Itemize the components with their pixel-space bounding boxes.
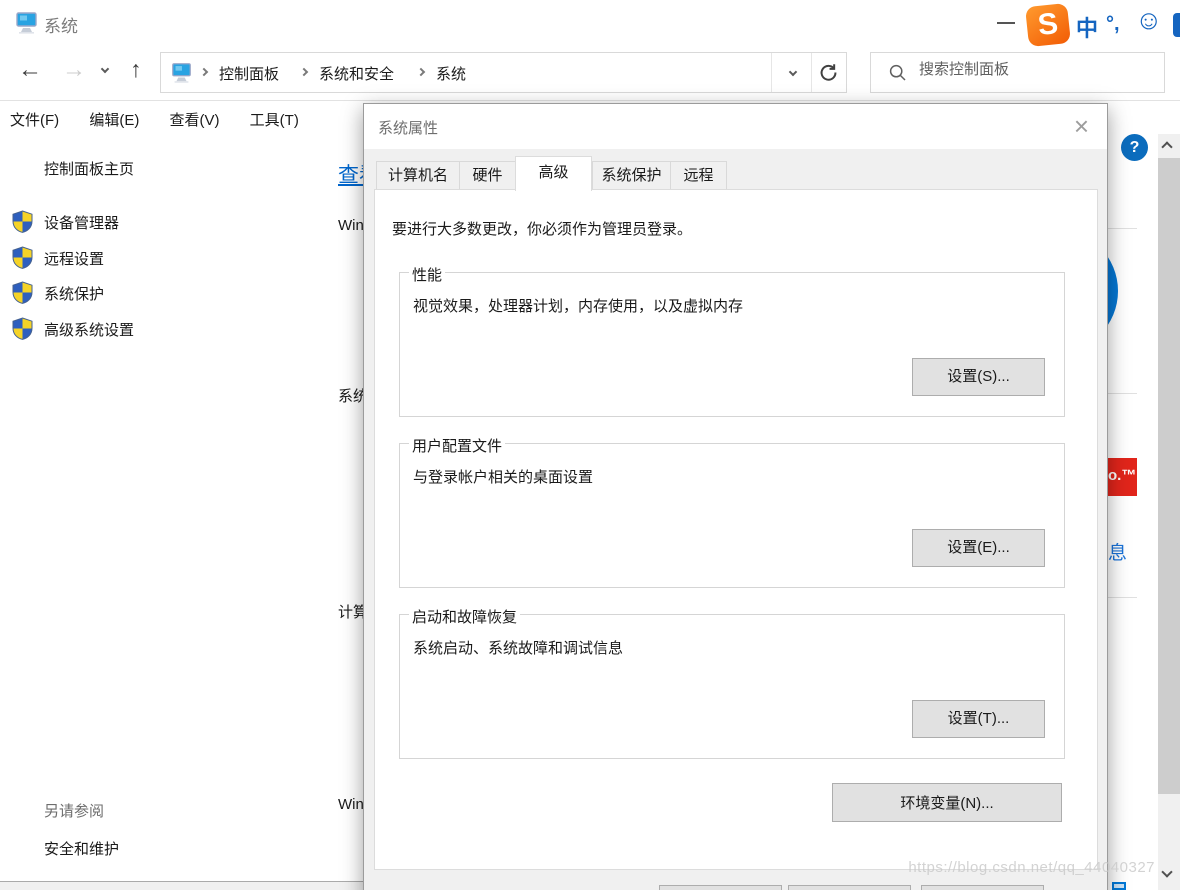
uac-shield-icon <box>12 317 33 344</box>
breadcrumb-control-panel[interactable]: 控制面板 <box>219 63 279 84</box>
section-header-fragment: Win <box>338 796 363 813</box>
user-profiles-settings-button[interactable]: 设置(E)... <box>912 529 1045 567</box>
ok-button-fragment[interactable] <box>659 885 782 890</box>
search-box[interactable] <box>870 52 1165 93</box>
breadcrumb-system[interactable]: 系统 <box>436 63 466 84</box>
search-icon <box>888 63 908 87</box>
dialog-title: 系统属性 <box>378 117 438 138</box>
menu-view[interactable]: 查看(V) <box>170 109 220 130</box>
lenovo-logo-fragment: o.™ <box>1108 458 1137 496</box>
sidebar-item-advanced-system-settings[interactable]: 高级系统设置 <box>44 319 134 340</box>
sidebar-item-control-panel-home[interactable]: 控制面板主页 <box>44 158 134 179</box>
ime-emoji-icon[interactable]: ☺ <box>1135 5 1163 36</box>
startup-recovery-group-desc: 系统启动、系统故障和调试信息 <box>413 637 623 658</box>
sidebar-item-system-protection[interactable]: 系统保护 <box>44 283 104 304</box>
breadcrumb-chevron-icon[interactable] <box>200 68 208 76</box>
sidebar-item-device-manager[interactable]: 设备管理器 <box>44 212 119 233</box>
refresh-icon[interactable] <box>818 62 839 87</box>
computer-icon <box>170 61 193 88</box>
performance-group: 性能 视觉效果，处理器计划，内存使用，以及虚拟内存 设置(S)... <box>399 272 1065 417</box>
tab-system-protection[interactable]: 系统保护 <box>592 161 671 190</box>
search-input[interactable] <box>919 61 1139 78</box>
sogou-ime-icon[interactable]: S <box>1025 3 1071 47</box>
close-icon[interactable]: × <box>1068 110 1095 142</box>
performance-settings-button[interactable]: 设置(S)... <box>912 358 1045 396</box>
breadcrumb-system-security[interactable]: 系统和安全 <box>319 63 394 84</box>
section-divider <box>1108 597 1137 598</box>
sidebar-item-remote-settings[interactable]: 远程设置 <box>44 248 104 269</box>
scrollbar-thumb[interactable] <box>1158 158 1180 794</box>
ime-chinese-mode-icon[interactable]: 中 <box>1076 11 1098 43</box>
menu-file[interactable]: 文件(F) <box>10 109 59 130</box>
forward-icon[interactable]: → <box>62 58 86 82</box>
window-titlebar: 系统 S 中 °, ☺ <box>0 0 1180 47</box>
performance-group-title: 性能 <box>409 264 445 285</box>
tab-remote[interactable]: 远程 <box>670 161 727 190</box>
section-header-fragment: Win <box>338 217 363 234</box>
system-properties-dialog: 系统属性 × 计算机名 硬件 高级 系统保护 远程 要进行大多数更改，你必须作为… <box>363 103 1108 890</box>
back-icon[interactable]: ← <box>18 58 42 82</box>
tab-hardware[interactable]: 硬件 <box>459 161 516 190</box>
tab-computer-name[interactable]: 计算机名 <box>376 161 460 190</box>
scroll-up-icon[interactable] <box>1161 141 1172 152</box>
menu-edit[interactable]: 编辑(E) <box>89 109 139 130</box>
advanced-tab-panel: 要进行大多数更改，你必须作为管理员登录。 性能 视觉效果，处理器计划，内存使用，… <box>374 189 1098 870</box>
system-window-icon <box>14 10 39 39</box>
page-title-fragment: 查看 <box>338 159 363 189</box>
recent-pages-chevron-icon[interactable] <box>101 65 109 73</box>
sidebar-item-security-maintenance[interactable]: 安全和维护 <box>44 838 119 859</box>
user-profiles-group: 用户配置文件 与登录帐户相关的桌面设置 设置(E)... <box>399 443 1065 588</box>
menu-tools[interactable]: 工具(T) <box>250 109 299 130</box>
support-info-link-fragment[interactable]: 息 <box>1108 538 1127 565</box>
navigation-bar: ← → ↑ 控制面板 系统和安全 系统 <box>0 47 1180 101</box>
address-separator <box>771 53 772 92</box>
screen: 系统 S 中 °, ☺ ← → ↑ 控制面板 系统和安全 <box>0 0 1180 890</box>
environment-variables-button[interactable]: 环境变量(N)... <box>832 783 1062 822</box>
window-bottom-strip <box>0 882 363 890</box>
background-icon-fragment <box>1112 882 1126 890</box>
uac-shield-icon <box>12 210 33 237</box>
vertical-scrollbar[interactable] <box>1158 134 1180 890</box>
up-icon[interactable]: ↑ <box>130 57 142 81</box>
window-title: 系统 <box>44 12 78 37</box>
see-also-header: 另请参阅 <box>44 800 104 821</box>
address-bar[interactable]: 控制面板 系统和安全 系统 <box>160 52 847 93</box>
dialog-titlebar[interactable]: 系统属性 × <box>364 104 1107 149</box>
user-profiles-group-desc: 与登录帐户相关的桌面设置 <box>413 466 593 487</box>
admin-note: 要进行大多数更改，你必须作为管理员登录。 <box>392 218 692 239</box>
breadcrumb-chevron-icon[interactable] <box>417 68 425 76</box>
performance-group-desc: 视觉效果，处理器计划，内存使用，以及虚拟内存 <box>413 295 743 316</box>
section-header-fragment: 计算机 <box>338 601 363 622</box>
address-separator <box>811 53 812 92</box>
ime-keyboard-icon-fragment[interactable] <box>1173 13 1180 37</box>
watermark: https://blog.csdn.net/qq_44040327 <box>908 859 1155 876</box>
address-dropdown-chevron-icon[interactable] <box>789 68 797 76</box>
section-header-fragment: 系统 <box>338 385 363 406</box>
startup-recovery-settings-button[interactable]: 设置(T)... <box>912 700 1045 738</box>
user-profiles-group-title: 用户配置文件 <box>409 435 505 456</box>
section-divider <box>1108 393 1137 394</box>
apply-button-fragment[interactable] <box>921 885 1044 890</box>
startup-recovery-group-title: 启动和故障恢复 <box>409 606 520 627</box>
cancel-button-fragment[interactable] <box>788 885 911 890</box>
startup-recovery-group: 启动和故障恢复 系统启动、系统故障和调试信息 设置(T)... <box>399 614 1065 759</box>
tab-advanced[interactable]: 高级 <box>515 156 592 191</box>
help-icon[interactable]: ? <box>1121 134 1148 161</box>
minimize-icon[interactable] <box>997 22 1015 24</box>
section-divider <box>1108 228 1137 229</box>
uac-shield-icon <box>12 281 33 308</box>
uac-shield-icon <box>12 246 33 273</box>
breadcrumb-chevron-icon[interactable] <box>300 68 308 76</box>
scroll-down-icon[interactable] <box>1161 866 1172 877</box>
ime-punctuation-icon[interactable]: °, <box>1106 13 1120 36</box>
